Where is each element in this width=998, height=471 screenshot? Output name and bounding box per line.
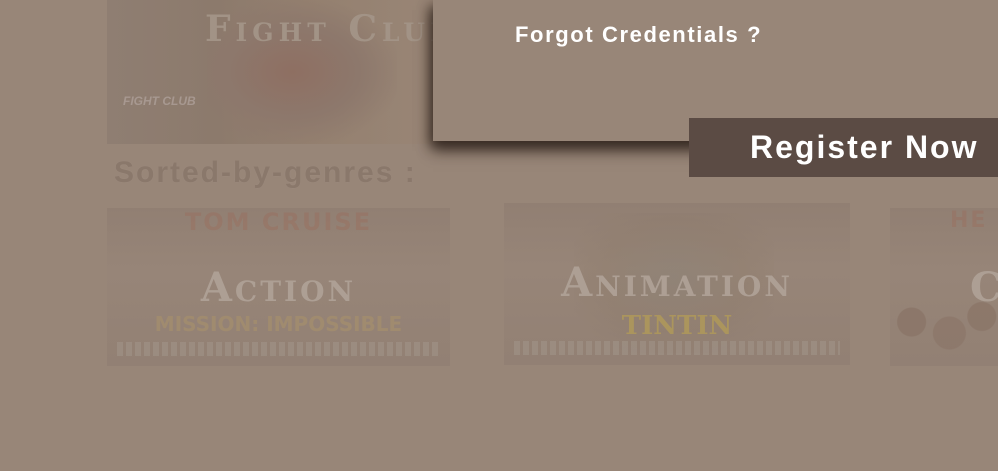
featured-logo: FIGHT CLUB bbox=[123, 94, 196, 108]
genre-card-animation[interactable]: Animation TINTIN bbox=[504, 203, 850, 365]
genre-label: Animation bbox=[561, 259, 793, 306]
register-now-button[interactable]: Register Now bbox=[689, 118, 998, 177]
genres-heading: Sorted-by-genres : bbox=[114, 156, 417, 189]
featured-poster[interactable]: Fight Club FIGHT CLUB bbox=[107, 0, 472, 144]
poster-fine-print bbox=[514, 341, 840, 355]
featured-title: Fight Club bbox=[205, 8, 457, 50]
genre-card-comedy[interactable]: HE C bbox=[890, 208, 998, 366]
forgot-credentials-link[interactable]: Forgot Credentials ? bbox=[515, 22, 762, 48]
poster-sub-text: TINTIN bbox=[621, 311, 733, 341]
genre-card-action[interactable]: TOM CRUISE Action MISSION: IMPOSSIBLE bbox=[107, 208, 450, 366]
genre-label: C bbox=[970, 264, 998, 311]
poster-fine-print bbox=[117, 342, 440, 356]
poster-top-text: TOM CRUISE bbox=[184, 208, 373, 236]
genre-label: Action bbox=[200, 264, 357, 311]
poster-sub-text: MISSION: IMPOSSIBLE bbox=[154, 312, 403, 336]
poster-top-text: HE bbox=[950, 208, 988, 233]
